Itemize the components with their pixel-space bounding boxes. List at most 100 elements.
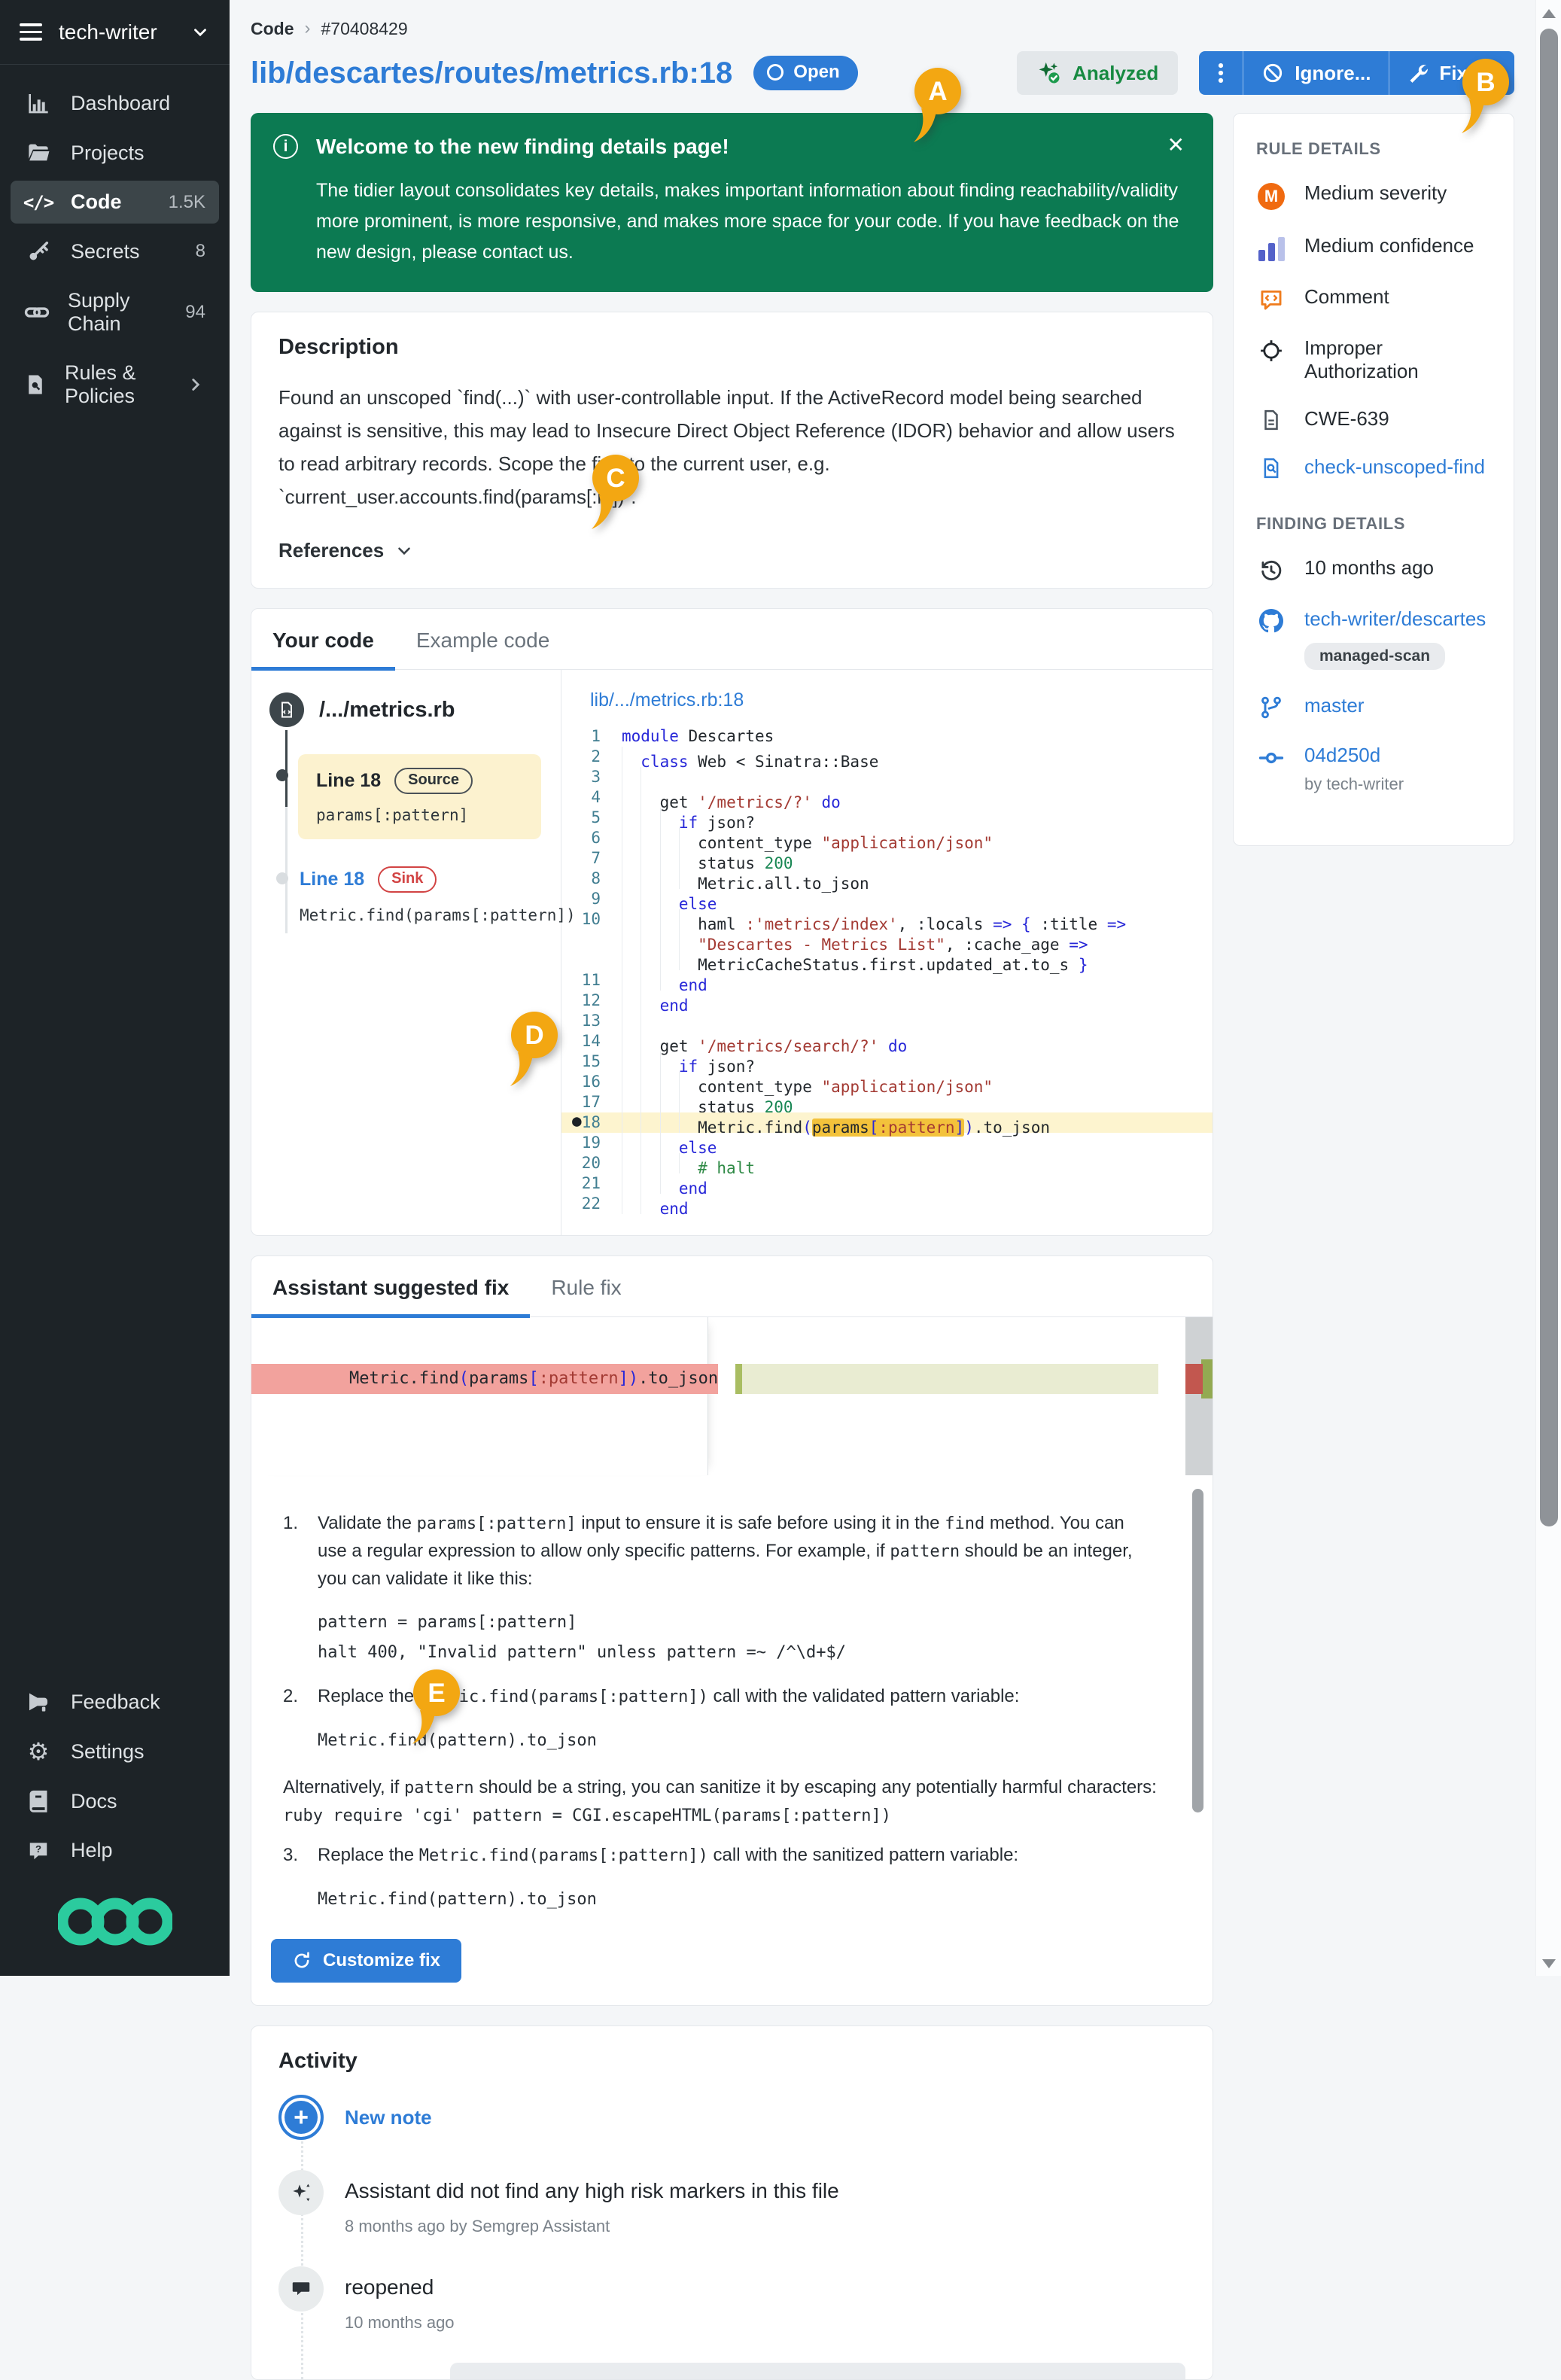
detail-label[interactable]: tech-writer/descartes [1304, 607, 1486, 630]
sidebar-item-supply-chain[interactable]: Supply Chain94 [11, 279, 219, 345]
svg-text:?: ? [35, 1843, 41, 1854]
projects-icon [24, 141, 53, 165]
action-button-group: Ignore... Fix [1199, 51, 1514, 95]
open-circle-icon [767, 64, 784, 81]
breadcrumb-section[interactable]: Code [251, 19, 294, 39]
diff-scroll-mark-removed [1185, 1364, 1203, 1394]
sidebar-item-docs[interactable]: Docs [11, 1779, 219, 1823]
detail-label[interactable]: 04d250d [1304, 744, 1380, 766]
rule-details-heading: RULE DETAILS [1256, 139, 1491, 159]
detail-label[interactable]: master [1304, 694, 1364, 717]
sidebar-item-dashboard[interactable]: Dashboard [11, 81, 219, 125]
line-number: 4 [561, 787, 622, 808]
tab-assistant-fix[interactable]: Assistant suggested fix [251, 1256, 530, 1316]
sidebar: tech-writer Dashboard Projects </>Code1.5K… [0, 0, 230, 1976]
chevron-down-icon [394, 541, 414, 561]
dashboard-icon [24, 91, 53, 115]
help-icon: ? [24, 1840, 53, 1862]
sidebar-item-label: Feedback [71, 1691, 160, 1714]
line-number: 8 [561, 869, 622, 889]
detail-item[interactable]: master [1256, 694, 1491, 720]
detail-label[interactable]: check-unscoped-find [1304, 455, 1485, 478]
tab-example-code[interactable]: Example code [395, 609, 571, 669]
references-toggle[interactable]: References [278, 539, 1185, 562]
analyzed-button[interactable]: Analyzed [1017, 51, 1178, 95]
sidebar-item-help[interactable]: ?Help [11, 1829, 219, 1872]
fix-tabs: Assistant suggested fix Rule fix [251, 1256, 1213, 1317]
semgrep-logo-icon [0, 1872, 230, 1976]
assistant-icon [278, 2170, 324, 2215]
line-number: 10 [561, 909, 622, 930]
customize-fix-button[interactable]: Customize fix [271, 1939, 461, 1983]
activity-card: Activity + New note Assistant did not fi… [251, 2025, 1213, 2380]
detail-label: CWE-639 [1304, 407, 1389, 430]
instruction-code-block: Metric.find(pattern).to_json [318, 1726, 1157, 1756]
line-number: 6 [561, 828, 622, 848]
sidebar-item-secrets[interactable]: Secrets8 [11, 230, 219, 273]
code-line: 6content_type "application/json" [561, 828, 1213, 848]
hamburger-icon[interactable] [20, 23, 42, 41]
code-line-highlighted: ●18Metric.find(params[:pattern]).to_json [561, 1112, 1213, 1133]
org-switcher[interactable]: tech-writer [0, 0, 230, 65]
scroll-down-arrow-icon[interactable] [1542, 1959, 1556, 1968]
breadcrumb-finding-id: #70408429 [321, 19, 408, 39]
ignore-button[interactable]: Ignore... [1243, 51, 1389, 95]
trace-source-item[interactable]: Line 18 Source params[:pattern] [298, 754, 541, 839]
tab-your-code[interactable]: Your code [251, 609, 395, 669]
sink-badge: Sink [378, 866, 437, 893]
tab-rule-fix[interactable]: Rule fix [530, 1256, 642, 1316]
sidebar-item-rules-policies[interactable]: Rules & Policies [11, 352, 219, 418]
line-number: 1 [561, 726, 622, 747]
scroll-up-arrow-icon[interactable] [1542, 9, 1556, 18]
trace-node-icon [276, 769, 288, 781]
diff-scrollbar[interactable] [1185, 1317, 1213, 1475]
more-actions-button[interactable] [1199, 51, 1243, 95]
instruction-number: 3. [283, 1842, 318, 1870]
line-number [561, 930, 622, 950]
diff-removed-line: Metric.find(params[:pattern]).to_json [251, 1364, 718, 1394]
sidebar-item-settings[interactable]: ⚙Settings [11, 1730, 219, 1773]
detail-item: CWE-639 [1256, 407, 1491, 431]
detail-item: Medium confidence [1256, 234, 1491, 261]
sidebar-item-code[interactable]: </>Code1.5K [11, 181, 219, 224]
fix-button[interactable]: Fix [1389, 51, 1514, 95]
comment-bubble-icon [278, 2266, 324, 2312]
authorization-icon [1256, 336, 1286, 364]
new-note-label[interactable]: New note [345, 2106, 432, 2129]
detail-label: Medium confidence [1304, 234, 1474, 257]
detail-item[interactable]: 04d250dby tech-writer [1256, 744, 1491, 794]
detail-item[interactable]: tech-writer/descartesmanaged-scan [1256, 607, 1491, 670]
plus-circle-icon[interactable]: + [278, 2095, 324, 2140]
finding-line-dot: ● [572, 1111, 582, 1131]
detail-label: 10 months ago [1304, 556, 1434, 579]
activity-item: Assistant did not find any high risk mar… [278, 2170, 1185, 2236]
code-viewer: lib/.../metrics.rb:18 1module Descartes2… [561, 670, 1213, 1235]
page-scrollbar[interactable] [1535, 0, 1561, 1976]
sidebar-item-projects[interactable]: Projects [11, 131, 219, 175]
rule-details-list: MMedium severityMedium confidenceComment… [1256, 181, 1491, 479]
new-note-row[interactable]: + New note [278, 2095, 1185, 2140]
line-number: 7 [561, 848, 622, 869]
line-number [561, 950, 622, 970]
instructions-scrollbar-thumb[interactable] [1192, 1489, 1203, 1812]
sidebar-footer-nav: Feedback ⚙Settings Docs ?Help [0, 1680, 230, 1872]
chevron-down-icon [190, 23, 210, 42]
code-line: "Descartes - Metrics List", :cache_age =… [561, 930, 1213, 950]
activity-item-meta: 10 months ago [345, 2313, 455, 2333]
feedback-icon [24, 1690, 53, 1714]
scrollbar-thumb[interactable] [1540, 29, 1558, 1526]
diff-added-pane [708, 1317, 1213, 1475]
trace-sink-item[interactable]: Line 18 Sink Metric.find(params[:pattern… [298, 866, 541, 924]
code-file-link[interactable]: lib/.../metrics.rb:18 [561, 689, 1213, 726]
diff-added-line [735, 1364, 1158, 1394]
sink-code-snippet: Metric.find(params[:pattern]) [300, 906, 541, 924]
close-icon[interactable]: ✕ [1163, 134, 1189, 157]
rules-icon [24, 373, 47, 396]
detail-item[interactable]: check-unscoped-find [1256, 455, 1491, 479]
sidebar-item-feedback[interactable]: Feedback [11, 1680, 219, 1724]
breadcrumb-separator: › [305, 18, 311, 39]
sidebar-item-label: Code [71, 190, 122, 214]
line-number: 16 [561, 1072, 622, 1092]
sink-line-label[interactable]: Line 18 [300, 869, 364, 890]
status-badge[interactable]: Open [753, 56, 857, 90]
